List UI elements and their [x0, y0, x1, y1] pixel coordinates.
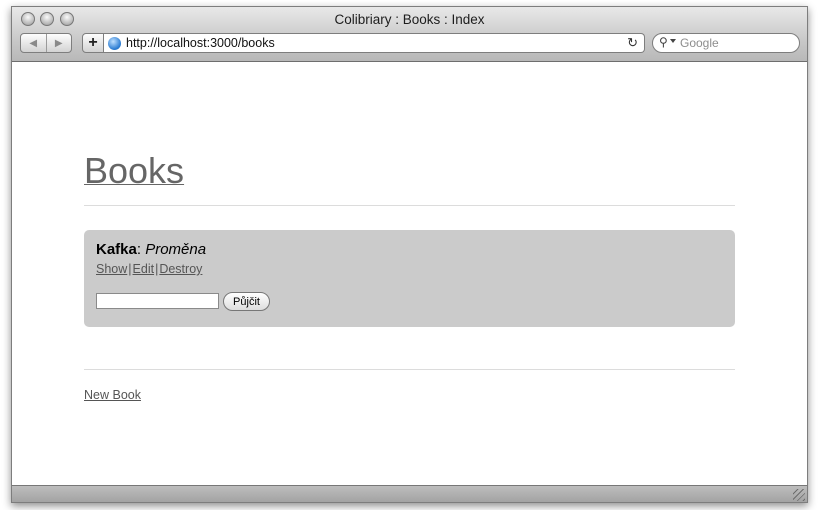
borrow-button[interactable]: Půjčit	[223, 292, 270, 311]
destroy-link[interactable]: Destroy	[159, 262, 202, 276]
divider-top	[84, 205, 735, 206]
window-title: Colibriary : Books : Index	[334, 12, 485, 27]
add-bookmark-button[interactable]: +	[82, 33, 104, 53]
author-title-separator: :	[136, 241, 142, 258]
address-bar[interactable]: http://localhost:3000/books ↻	[104, 33, 645, 53]
forward-arrow-icon[interactable]: ▶	[45, 34, 72, 52]
resize-grip-icon[interactable]	[793, 489, 805, 501]
status-bar	[12, 485, 807, 502]
show-link[interactable]: Show	[96, 262, 127, 276]
back-arrow-icon[interactable]: ◀	[21, 34, 46, 52]
search-icon[interactable]: ⚲	[659, 35, 668, 49]
history-nav-group: ◀ ▶	[20, 33, 72, 53]
browser-window: Colibriary : Books : Index ◀ ▶ + http://…	[11, 6, 808, 503]
book-author: Kafka	[96, 241, 137, 258]
book-line: Kafka: Proměna	[96, 241, 206, 258]
globe-icon	[108, 37, 121, 50]
chevron-down-icon[interactable]	[670, 39, 676, 43]
page-title[interactable]: Books	[84, 150, 184, 192]
book-actions: Show|Edit|Destroy	[96, 262, 202, 276]
edit-link[interactable]: Edit	[133, 262, 155, 276]
borrower-input[interactable]	[96, 293, 219, 309]
divider-bottom	[84, 369, 735, 370]
reload-icon[interactable]: ↻	[627, 35, 638, 51]
book-card: Kafka: Proměna Show|Edit|Destroy Půjčit	[84, 230, 735, 327]
url-text[interactable]: http://localhost:3000/books	[126, 36, 275, 50]
title-bar: Colibriary : Books : Index ◀ ▶ + http://…	[12, 7, 807, 62]
page-content: Books Kafka: Proměna Show|Edit|Destroy P…	[12, 62, 807, 486]
new-book-link[interactable]: New Book	[84, 388, 141, 402]
search-input[interactable]	[680, 35, 795, 51]
search-field[interactable]: ⚲	[652, 33, 800, 53]
book-title: Proměna	[145, 241, 207, 258]
